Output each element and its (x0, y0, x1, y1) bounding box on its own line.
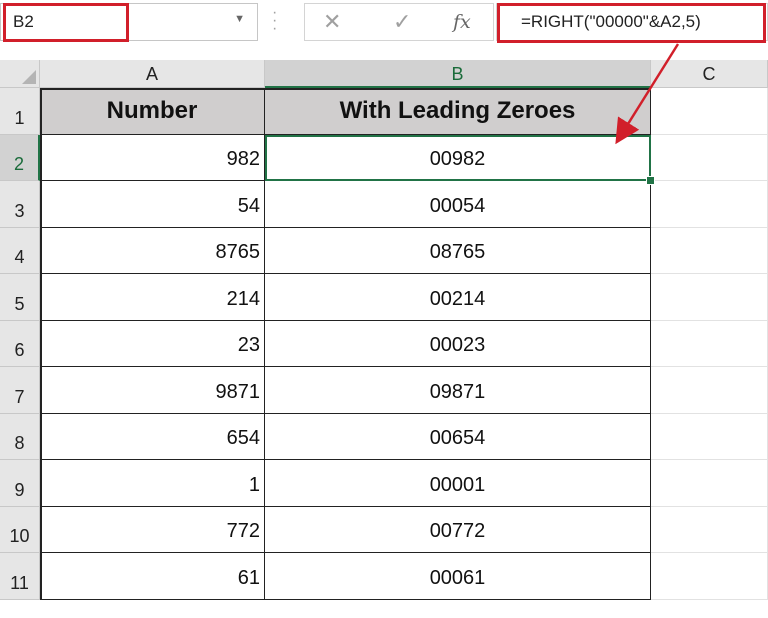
cell-b9[interactable]: 00001 (265, 460, 651, 507)
cell-c4[interactable] (651, 227, 768, 274)
cell-value: 00001 (429, 473, 486, 496)
cell-b10[interactable]: 00772 (265, 506, 651, 553)
cell-value: 09871 (429, 380, 486, 403)
cell-b11[interactable]: 00061 (265, 553, 651, 600)
row-header-8[interactable]: 8 (0, 413, 40, 460)
row-header-2[interactable]: 2 (0, 134, 40, 181)
row-header-6[interactable]: 6 (0, 320, 40, 367)
cell-value: 1 (248, 473, 260, 496)
cell-b7[interactable]: 09871 (265, 367, 651, 414)
cell-b8[interactable]: 00654 (265, 413, 651, 460)
row-number: 9 (14, 479, 25, 500)
cell-a8[interactable]: 654 (40, 413, 265, 460)
cell-value: 654 (226, 427, 260, 449)
row-number: 3 (14, 200, 25, 221)
cell-c10[interactable] (651, 506, 768, 553)
row-header-4[interactable]: 4 (0, 227, 40, 274)
select-all-button[interactable] (0, 60, 40, 88)
row-header-3[interactable]: 3 (0, 181, 40, 228)
cell-c8[interactable] (651, 413, 768, 460)
drag-handle-icon[interactable]: · · · (272, 5, 277, 37)
cell-value: 00061 (429, 566, 486, 589)
name-box-highlight (3, 3, 129, 42)
cell-a10[interactable]: 772 (40, 506, 265, 553)
fill-handle[interactable] (646, 176, 655, 185)
cell-c3[interactable] (651, 181, 768, 228)
cell-a3[interactable]: 54 (40, 181, 265, 228)
row-number: 10 (9, 526, 30, 546)
cell-value: Number (106, 96, 198, 124)
cell-c7[interactable] (651, 367, 768, 414)
cell-c6[interactable] (651, 320, 768, 367)
cell-b5[interactable]: 00214 (265, 274, 651, 321)
cell-c1[interactable] (651, 88, 768, 135)
cell-value: With Leading Zeroes (339, 96, 576, 124)
column-header-b[interactable]: B (265, 60, 651, 88)
cell-value: 23 (237, 334, 260, 356)
cell-value: 00054 (429, 194, 486, 217)
cell-b1[interactable]: With Leading Zeroes (265, 88, 651, 135)
row-number: 4 (14, 247, 25, 267)
cell-b6[interactable]: 00023 (265, 320, 651, 367)
cell-c11[interactable] (651, 553, 768, 600)
row-header-9[interactable]: 9 (0, 460, 40, 507)
row-number: 7 (14, 386, 25, 407)
cell-b3[interactable]: 00054 (265, 181, 651, 228)
formula-highlight (497, 3, 766, 43)
column-header-a[interactable]: A (40, 60, 265, 88)
spreadsheet-grid: A B C 1 Number With Leading Zeroes 2 982 0098… (0, 60, 768, 618)
cell-value: 8765 (215, 241, 261, 263)
cell-value: 54 (237, 194, 260, 217)
cell-a11[interactable]: 61 (40, 553, 265, 600)
cell-value: 00654 (429, 427, 486, 449)
cell-value: 00023 (429, 334, 486, 356)
chevron-down-icon[interactable]: ▼ (234, 13, 245, 25)
cell-value: 00214 (429, 287, 486, 310)
cell-c5[interactable] (651, 274, 768, 321)
cell-a1[interactable]: Number (40, 88, 265, 135)
row-number: 5 (14, 293, 25, 314)
formula-buttons: ✕ ✓ fx (304, 3, 494, 41)
cell-value: 214 (226, 287, 260, 310)
cell-value: 982 (226, 148, 260, 170)
check-icon[interactable]: ✓ (393, 9, 411, 35)
cell-value: 00982 (429, 148, 486, 170)
cell-a2[interactable]: 982 (40, 134, 265, 181)
cell-value: 9871 (215, 380, 261, 403)
row-number: 2 (13, 154, 24, 174)
row-number: 8 (14, 433, 25, 453)
cell-value: 00772 (429, 520, 486, 542)
row-header-1[interactable]: 1 (0, 88, 40, 135)
column-header-c[interactable]: C (651, 60, 768, 88)
table-top-border (40, 88, 651, 90)
cell-a7[interactable]: 9871 (40, 367, 265, 414)
row-header-5[interactable]: 5 (0, 274, 40, 321)
row-header-11[interactable]: 11 (0, 553, 40, 600)
cell-value: 61 (237, 566, 260, 589)
cell-a9[interactable]: 1 (40, 460, 265, 507)
insert-function-icon[interactable]: fx (453, 11, 471, 33)
row-header-10[interactable]: 10 (0, 506, 40, 553)
cell-value: 08765 (429, 241, 486, 263)
row-number: 6 (14, 340, 25, 360)
select-all-icon (22, 70, 36, 84)
cell-value: 772 (226, 520, 260, 542)
cell-c9[interactable] (651, 460, 768, 507)
table-left-border (40, 88, 42, 600)
close-icon[interactable]: ✕ (323, 9, 341, 35)
formula-bar: B2 ▼ · · · ✕ ✓ fx =RIGHT("00000"&A2,5) (0, 0, 768, 52)
cell-b4[interactable]: 08765 (265, 227, 651, 274)
row-header-7[interactable]: 7 (0, 367, 40, 414)
row-number: 11 (10, 572, 29, 593)
row-number: 1 (14, 107, 25, 128)
cell-b2[interactable]: 00982 (265, 134, 651, 181)
cell-a5[interactable]: 214 (40, 274, 265, 321)
cell-a6[interactable]: 23 (40, 320, 265, 367)
cell-a4[interactable]: 8765 (40, 227, 265, 274)
cell-c2[interactable] (651, 134, 768, 181)
